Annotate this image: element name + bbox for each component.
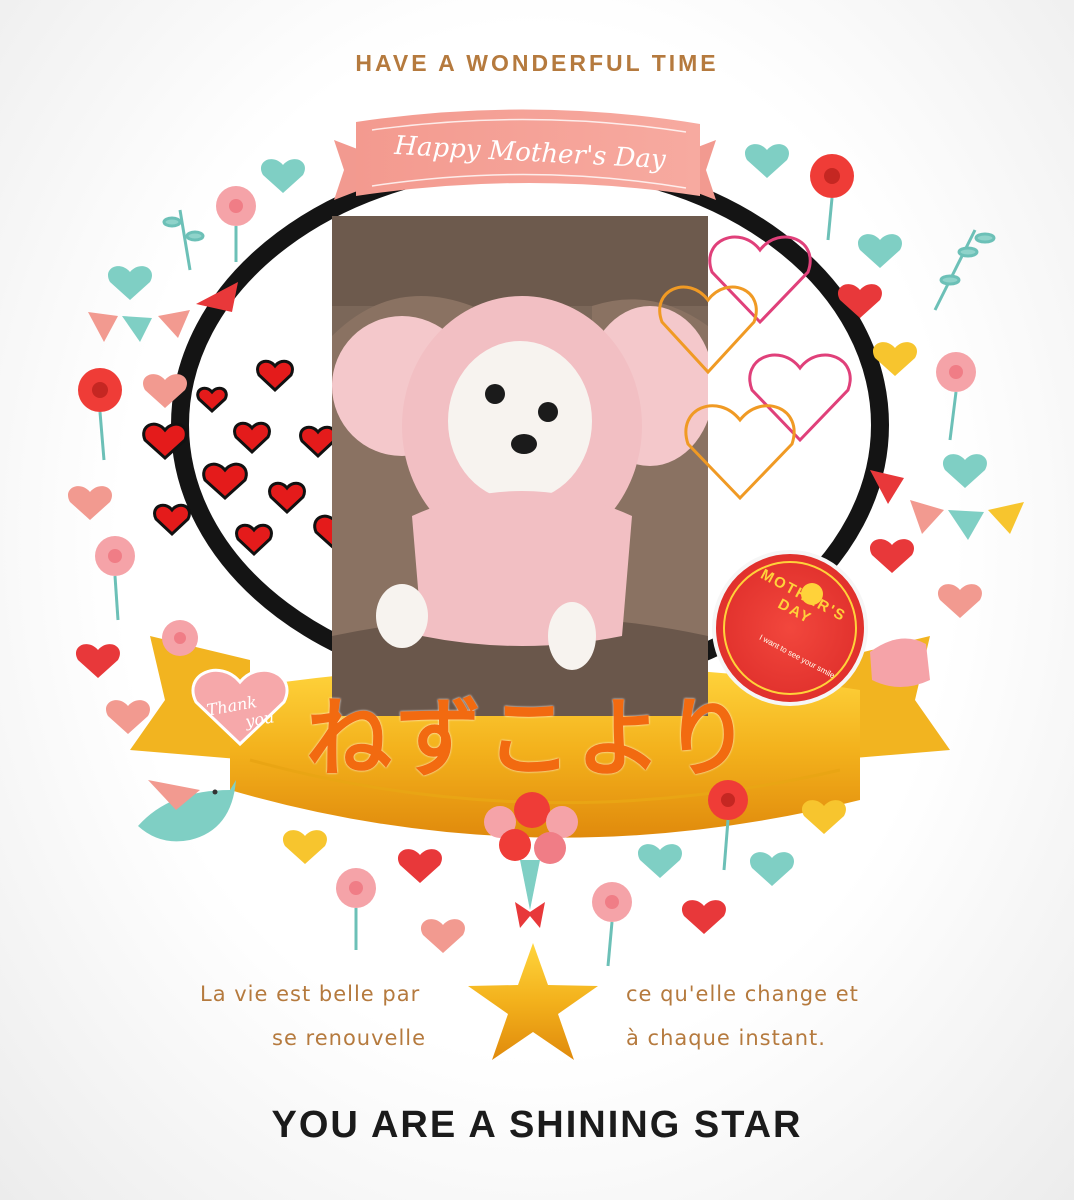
doodle-hearts-layer — [658, 235, 868, 706]
quote-right-line-2: à chaque instant. — [626, 1026, 826, 1050]
name-text: ねずこより — [305, 689, 755, 789]
quote-left-line-1: La vie est belle par — [200, 982, 421, 1006]
greeting-card: HAVE A WONDERFUL TIME Happy Mother's Day… — [0, 0, 1074, 1200]
quote-right-line-1: ce qu'elle change et — [626, 982, 859, 1006]
footer-slogan: YOU ARE A SHINING STAR — [271, 1104, 803, 1146]
quote-left-line-2: se renouvelle — [272, 1026, 427, 1050]
